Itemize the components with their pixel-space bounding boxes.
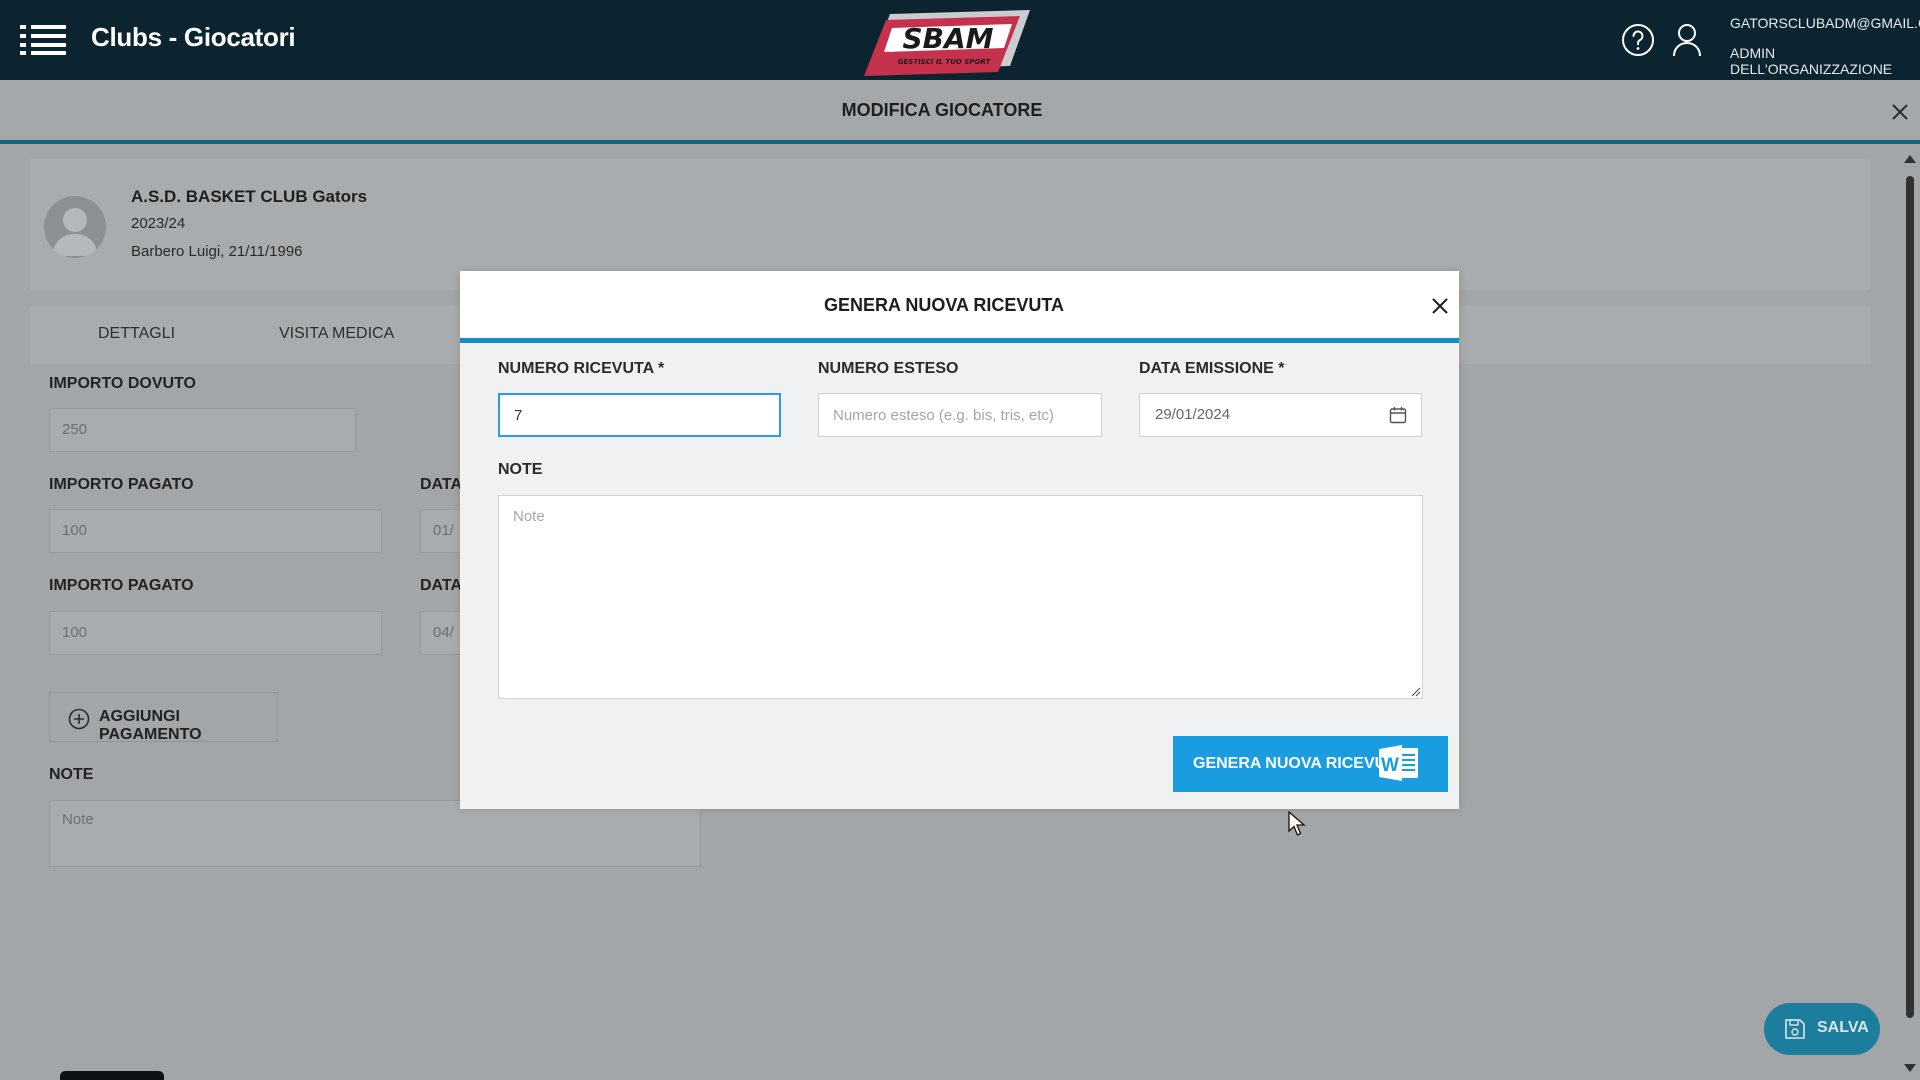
data-emissione-label: DATA EMISSIONE *: [1139, 360, 1285, 377]
user-role: ADMIN DELL'ORGANIZZAZIONE: [1730, 45, 1893, 77]
word-icon-letter: W: [1381, 755, 1399, 776]
importo-pagato-input[interactable]: 100: [49, 509, 382, 553]
page-header: MODIFICA GIOCATORE: [0, 80, 1920, 144]
importo-pagato-label: IMPORTO PAGATO: [49, 476, 194, 493]
club-name: A.S.D. BASKET CLUB Gators: [131, 187, 368, 206]
close-page-icon[interactable]: [1889, 101, 1911, 123]
numero-esteso-label: NUMERO ESTESO: [818, 360, 959, 377]
avatar: [44, 196, 106, 258]
close-icon[interactable]: [1429, 295, 1451, 317]
scroll-thumb[interactable]: [1906, 176, 1914, 1018]
logo-text: SBAM: [902, 22, 993, 55]
page-scrollbar[interactable]: [1900, 150, 1920, 1080]
season: 2023/24: [131, 215, 186, 232]
importo-pagato-input[interactable]: 100: [49, 611, 382, 655]
help-icon[interactable]: [1621, 23, 1655, 57]
numero-ricevuta-input[interactable]: [498, 393, 781, 437]
top-bar: Clubs - Giocatori SBAM GESTISCI IL TUO S…: [0, 0, 1920, 80]
logo-tagline: GESTISCI IL TUO SPORT: [898, 58, 992, 66]
data-pagamento-label: DATA: [420, 476, 463, 493]
modal-note-textarea[interactable]: [498, 495, 1423, 699]
scroll-down-arrow-icon[interactable]: [1904, 1064, 1916, 1072]
user-email: GATORSCLUBADM@GMAIL.COM: [1730, 15, 1920, 31]
floppy-disk-icon: [1785, 1019, 1805, 1039]
generate-receipt-button[interactable]: GENERA NUOVA RICEVUTA W: [1173, 736, 1448, 792]
player-info: Barbero Luigi, 21/11/1996: [131, 243, 303, 260]
resize-grip-icon[interactable]: [1411, 687, 1421, 697]
add-payment-label: AGGIUNGI PAGAMENTO: [99, 708, 202, 743]
calendar-icon[interactable]: [1389, 406, 1407, 424]
tab-dettagli[interactable]: DETTAGLI: [98, 325, 175, 343]
word-document-icon: W: [1379, 745, 1418, 781]
note-textarea[interactable]: Note: [49, 800, 701, 867]
importo-dovuto-input[interactable]: 250: [49, 408, 356, 452]
sbam-logo[interactable]: SBAM GESTISCI IL TUO SPORT: [862, 6, 1032, 80]
numero-esteso-input[interactable]: [818, 393, 1102, 437]
scroll-up-arrow-icon[interactable]: [1904, 155, 1916, 163]
save-button[interactable]: SALVA: [1764, 1003, 1880, 1055]
modal-header: GENERA NUOVA RICEVUTA: [460, 271, 1459, 343]
data-pagamento-label: DATA: [420, 577, 463, 594]
user-icon[interactable]: [1672, 23, 1702, 57]
note-label: NOTE: [49, 766, 94, 783]
bottom-panel-handle[interactable]: [60, 1071, 164, 1080]
mouse-cursor-icon: [1288, 811, 1306, 836]
modal-title: GENERA NUOVA RICEVUTA: [823, 295, 1064, 315]
save-label: SALVA: [1817, 1019, 1869, 1036]
importo-pagato-label: IMPORTO PAGATO: [49, 577, 194, 594]
add-payment-button[interactable]: AGGIUNGI PAGAMENTO: [49, 692, 278, 743]
plus-circle-icon: [68, 708, 90, 730]
app-title: Clubs - Giocatori: [91, 22, 296, 52]
data-emissione-value: 29/01/2024: [1155, 406, 1231, 423]
tab-visita-medica[interactable]: VISITA MEDICA: [279, 325, 394, 343]
generate-receipt-label: GENERA NUOVA RICEVUTA: [1193, 755, 1407, 772]
page-title: MODIFICA GIOCATORE: [841, 100, 1043, 120]
hamburger-menu-icon[interactable]: [20, 25, 66, 55]
modal-note-label: NOTE: [498, 461, 543, 478]
importo-dovuto-label: IMPORTO DOVUTO: [49, 375, 196, 392]
numero-ricevuta-label: NUMERO RICEVUTA *: [498, 360, 665, 377]
